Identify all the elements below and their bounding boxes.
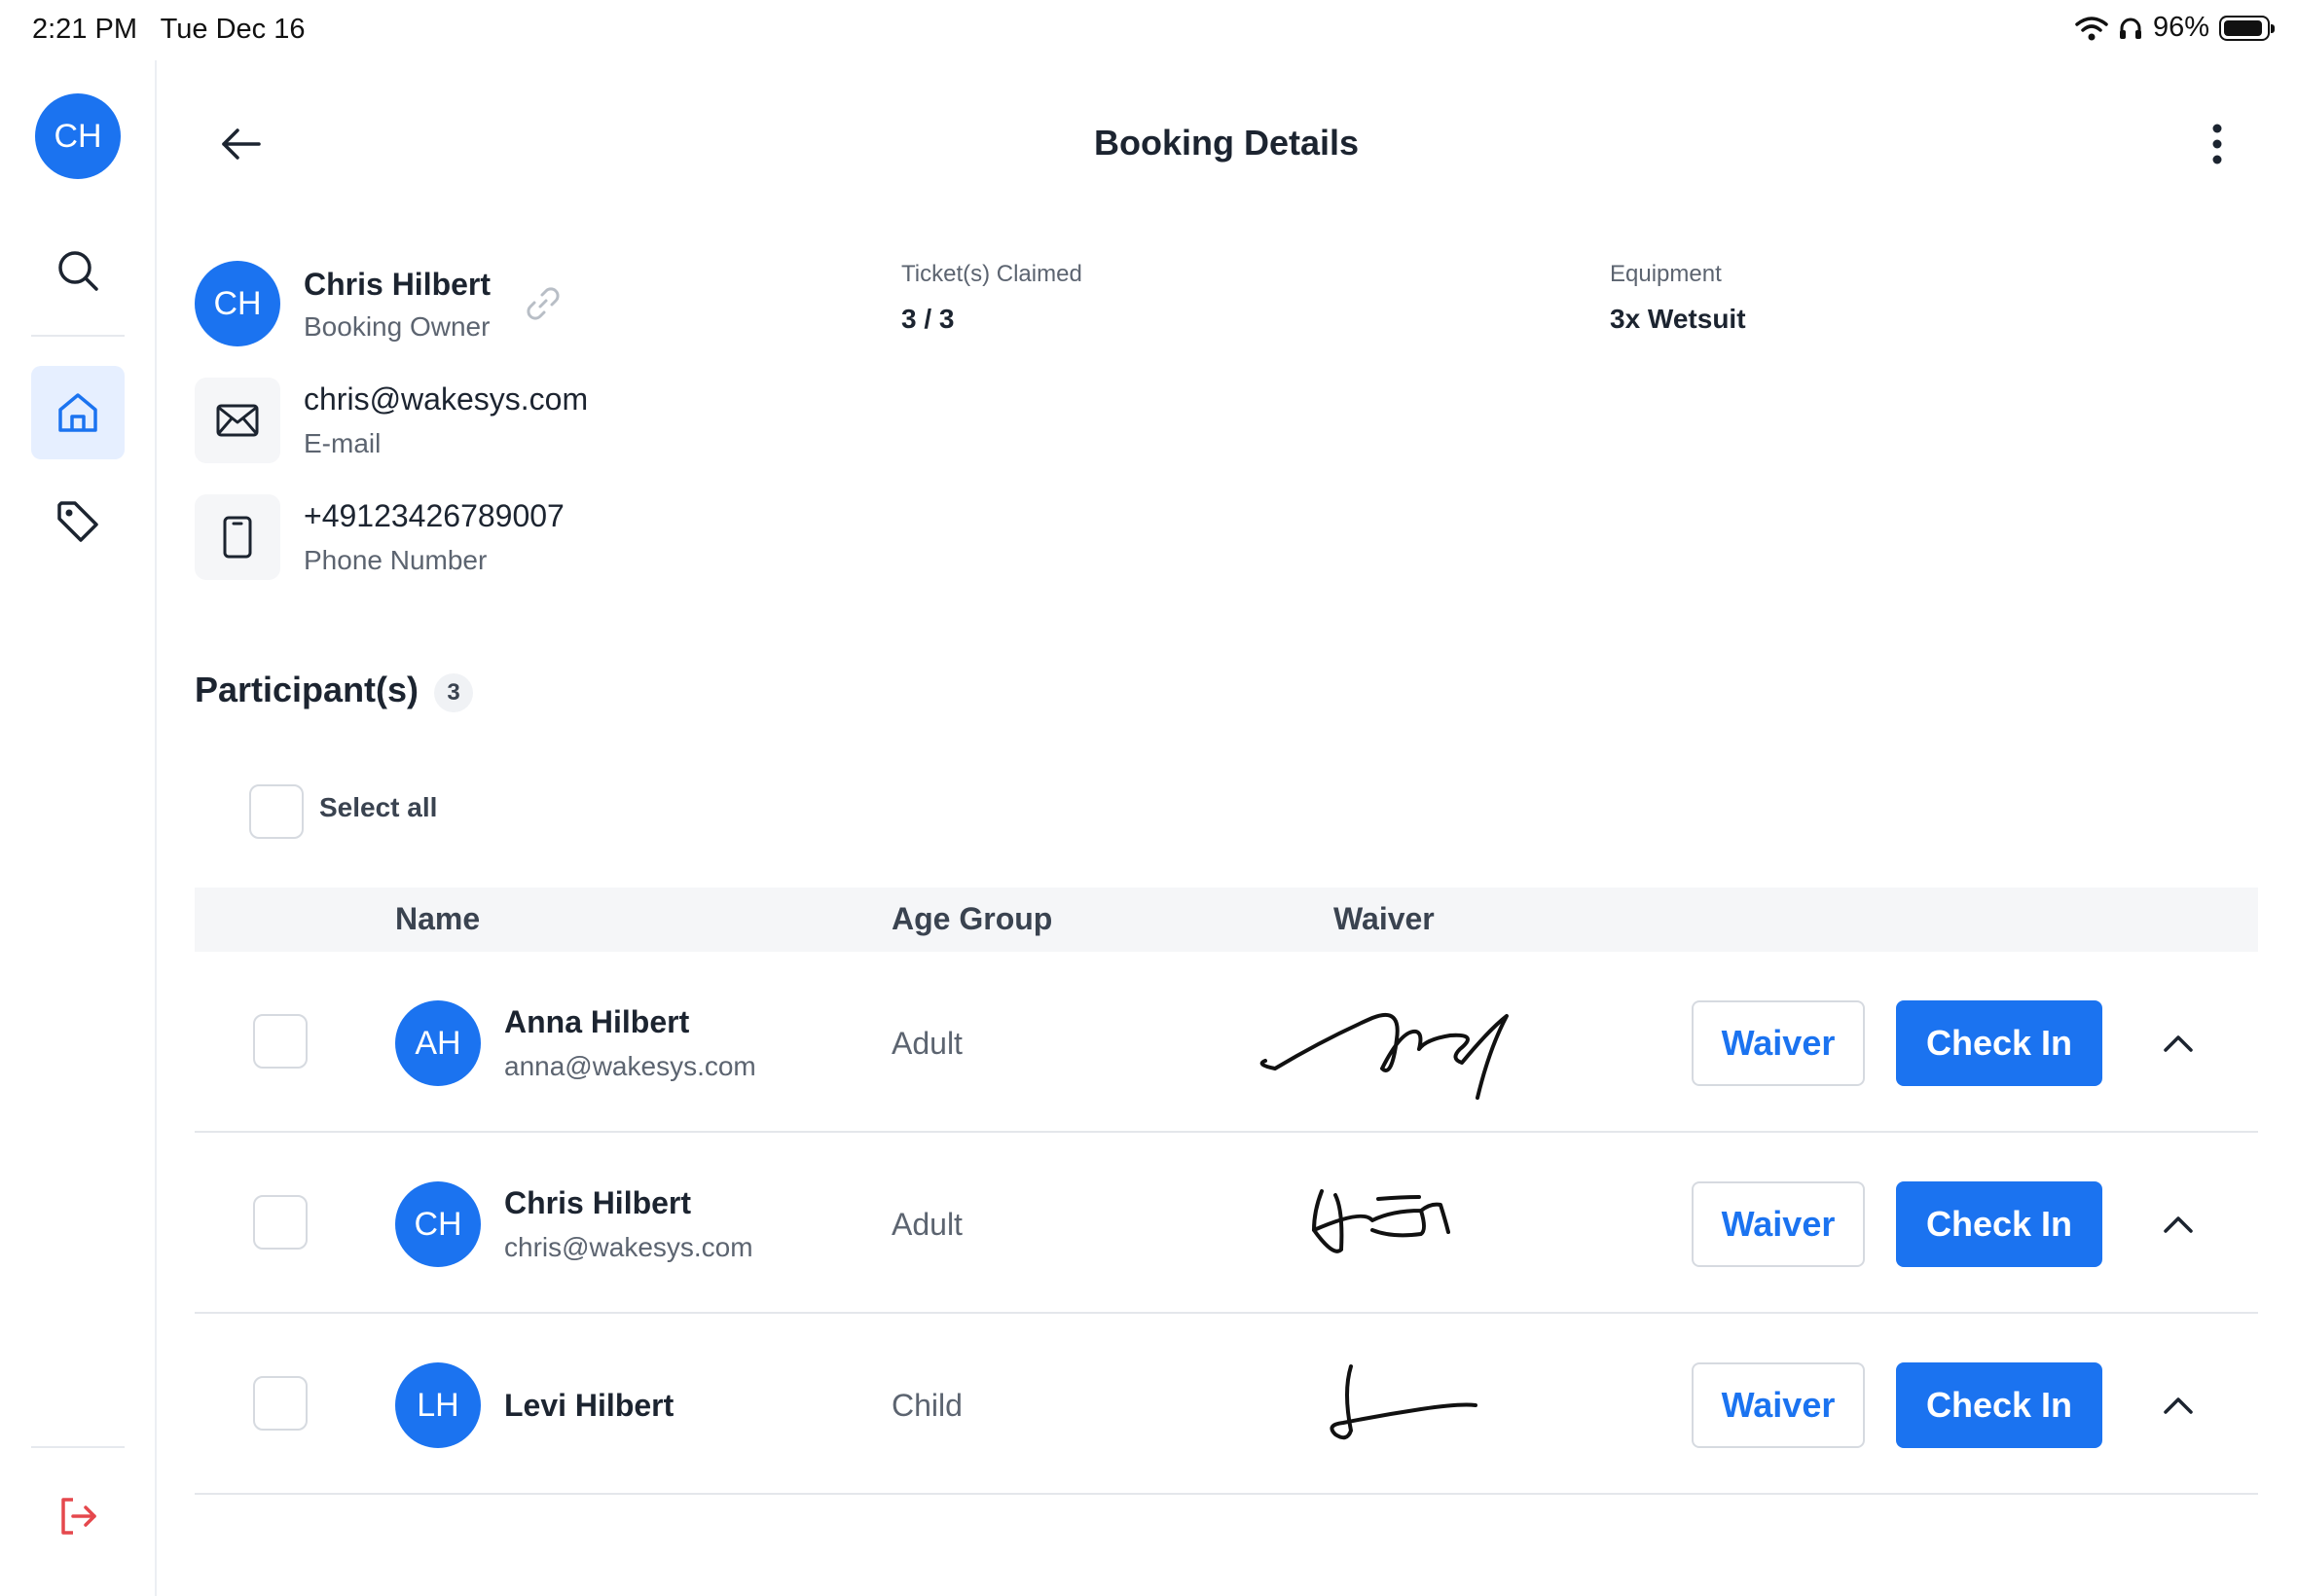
email-label: E-mail bbox=[304, 428, 382, 458]
status-date: Tue Dec 16 bbox=[160, 14, 306, 45]
waiver-signature bbox=[1311, 1189, 1450, 1253]
sidebar-divider bbox=[31, 1446, 125, 1448]
more-vertical-icon bbox=[2212, 124, 2222, 164]
link-icon bbox=[527, 287, 560, 320]
chevron-up-icon bbox=[2164, 1035, 2193, 1052]
email-tile bbox=[195, 378, 280, 463]
check-in-button[interactable]: Check In bbox=[1896, 1362, 2102, 1448]
more-options-button[interactable] bbox=[2188, 115, 2246, 173]
row-checkbox[interactable] bbox=[253, 1195, 308, 1250]
headphones-icon bbox=[2119, 18, 2141, 39]
participant-email: anna@wakesys.com bbox=[504, 1051, 756, 1081]
check-in-button[interactable]: Check In bbox=[1896, 1000, 2102, 1086]
table-header: Name Age Group Waiver bbox=[195, 888, 2258, 952]
select-all-label[interactable]: Select all bbox=[319, 792, 437, 823]
logout-icon bbox=[61, 1498, 96, 1535]
participant-age-group: Adult bbox=[892, 1207, 963, 1242]
waiver-button[interactable]: Waiver bbox=[1692, 1000, 1865, 1086]
tickets-label: Ticket(s) Claimed bbox=[901, 261, 1082, 287]
phone-label: Phone Number bbox=[304, 545, 488, 575]
column-age-group: Age Group bbox=[892, 901, 1053, 936]
sidebar-item-tags[interactable] bbox=[31, 475, 125, 568]
status-time: 2:21 PM bbox=[32, 14, 137, 45]
wifi-icon bbox=[2075, 16, 2108, 40]
search-icon bbox=[58, 251, 98, 291]
home-icon bbox=[58, 393, 97, 432]
owner-email[interactable]: chris@wakesys.com bbox=[304, 381, 588, 417]
phone-tile bbox=[195, 494, 280, 580]
table-row: LH Levi Hilbert Child Waiver Check In bbox=[195, 1314, 2258, 1495]
participant-avatar: CH bbox=[395, 1181, 481, 1267]
expand-toggle[interactable] bbox=[2151, 1378, 2206, 1433]
sidebar: CH bbox=[0, 60, 157, 1596]
battery-icon bbox=[2219, 15, 2275, 41]
owner-phone[interactable]: +49123426789007 bbox=[304, 498, 565, 534]
tickets-value: 3 / 3 bbox=[901, 304, 955, 334]
waiver-button[interactable]: Waiver bbox=[1692, 1181, 1865, 1267]
expand-toggle[interactable] bbox=[2151, 1197, 2206, 1251]
phone-icon bbox=[223, 516, 252, 559]
participant-age-group: Adult bbox=[892, 1026, 963, 1061]
envelope-icon bbox=[216, 404, 259, 437]
waiver-signature bbox=[1330, 1364, 1477, 1440]
participants-title: Participant(s) bbox=[195, 670, 419, 709]
status-bar: 2:21 PM Tue Dec 16 96% bbox=[0, 0, 2297, 60]
chevron-up-icon bbox=[2164, 1397, 2193, 1414]
owner-role: Booking Owner bbox=[304, 311, 491, 342]
waiver-button[interactable]: Waiver bbox=[1692, 1362, 1865, 1448]
expand-toggle[interactable] bbox=[2151, 1016, 2206, 1070]
link-button[interactable] bbox=[520, 280, 566, 327]
waiver-signature bbox=[1259, 1012, 1509, 1100]
table-row: CH Chris Hilbert chris@wakesys.com Adult… bbox=[195, 1133, 2258, 1314]
logout-button[interactable] bbox=[31, 1469, 125, 1563]
sidebar-divider bbox=[31, 335, 125, 337]
equipment-value: 3x Wetsuit bbox=[1610, 304, 1746, 334]
status-time-date: 2:21 PM Tue Dec 16 bbox=[32, 14, 306, 46]
check-in-button[interactable]: Check In bbox=[1896, 1181, 2102, 1267]
equipment-label: Equipment bbox=[1610, 261, 1722, 287]
owner-avatar: CH bbox=[195, 261, 280, 346]
battery-percent: 96% bbox=[2152, 12, 2209, 43]
chevron-up-icon bbox=[2164, 1216, 2193, 1233]
page-title: Booking Details bbox=[1093, 123, 1360, 163]
status-indicators: 96% bbox=[2075, 12, 2275, 44]
select-all-checkbox[interactable] bbox=[249, 784, 304, 839]
participants-count-badge: 3 bbox=[434, 673, 473, 712]
sidebar-item-search[interactable] bbox=[31, 224, 125, 317]
column-name: Name bbox=[395, 901, 481, 936]
participant-avatar: AH bbox=[395, 1000, 481, 1086]
participant-email: chris@wakesys.com bbox=[504, 1232, 753, 1262]
table-row: AH Anna Hilbert anna@wakesys.com Adult W… bbox=[195, 952, 2258, 1133]
column-waiver: Waiver bbox=[1333, 901, 1435, 936]
participant-name: Anna Hilbert bbox=[504, 1004, 690, 1039]
participant-name: Levi Hilbert bbox=[504, 1388, 675, 1423]
row-checkbox[interactable] bbox=[253, 1376, 308, 1431]
participant-name: Chris Hilbert bbox=[504, 1185, 692, 1220]
owner-name: Chris Hilbert bbox=[304, 267, 492, 302]
row-checkbox[interactable] bbox=[253, 1014, 308, 1069]
participant-age-group: Child bbox=[892, 1388, 963, 1423]
tag-icon bbox=[57, 501, 98, 542]
sidebar-item-home[interactable] bbox=[31, 366, 125, 459]
participant-avatar: LH bbox=[395, 1362, 481, 1448]
